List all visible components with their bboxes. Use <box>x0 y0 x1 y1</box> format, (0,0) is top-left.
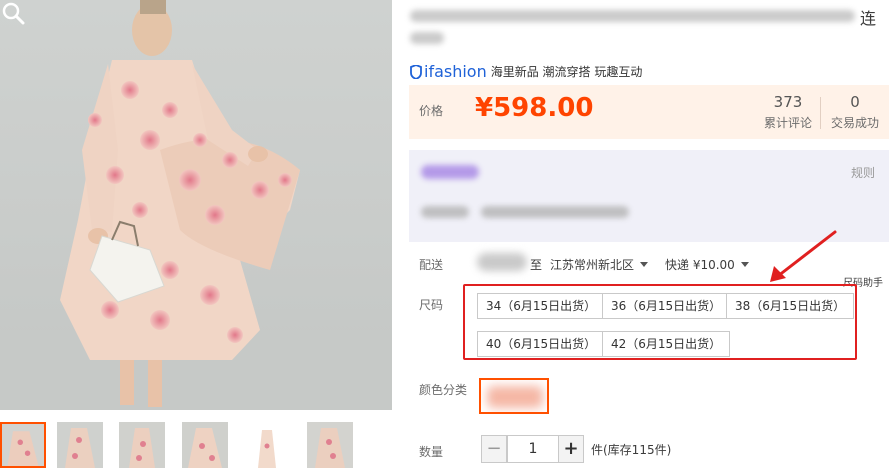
ship-area-select[interactable]: 江苏常州新北区 <box>550 256 649 273</box>
deal-count: 0 交易成功 <box>826 93 884 131</box>
size-helper-link[interactable]: 尺码助手 <box>843 274 883 289</box>
thumbnail-strip <box>0 420 392 468</box>
deal-count-number: 0 <box>850 93 860 111</box>
brand-line: ifashion 海里新品 潮流穿搭 玩趣互动 <box>410 62 642 81</box>
price-box: 价格 ¥598.00 <box>409 85 889 139</box>
caret-down-icon <box>640 262 649 267</box>
promo-text-blur-2 <box>481 206 629 218</box>
promo-text-blur-1 <box>421 206 469 218</box>
caret-down-icon <box>740 262 749 267</box>
brand-logo[interactable]: ifashion <box>410 62 487 81</box>
ship-to-text: 至 <box>530 258 543 272</box>
size-label: 尺码 <box>419 298 444 312</box>
thumbnail-5[interactable] <box>244 422 290 468</box>
price-value: ¥598.00 <box>475 93 594 123</box>
quantity-increase-button[interactable]: + <box>558 435 584 463</box>
title-blur <box>410 10 855 22</box>
product-title-tail: 连 <box>860 9 877 28</box>
size-option-40[interactable]: 40（6月15日出货） <box>477 331 606 357</box>
size-option-38[interactable]: 38（6月15日出货） <box>726 293 855 319</box>
thumbnail-2[interactable] <box>57 422 103 468</box>
promo-tag-blur <box>421 165 479 179</box>
size-option-34[interactable]: 34（6月15日出货） <box>477 293 606 319</box>
size-option-36[interactable]: 36（6月15日出货） <box>602 293 731 319</box>
deal-count-label: 交易成功 <box>830 116 879 130</box>
shipping-label: 配送 <box>419 258 444 272</box>
stock-text: 件(库存115件) <box>591 443 672 457</box>
brand-logo-text: ifashion <box>424 62 487 81</box>
thumbnail-3[interactable] <box>119 422 165 468</box>
zoom-icon[interactable] <box>0 0 26 26</box>
main-product-image[interactable] <box>0 0 392 410</box>
quantity-input[interactable]: 1 <box>507 435 559 463</box>
ship-fee-select[interactable]: 快递 ¥10.00 <box>665 256 749 273</box>
stat-divider <box>820 97 821 129</box>
quantity-label: 数量 <box>419 445 444 459</box>
rules-link[interactable]: 规则 <box>851 164 875 181</box>
review-count[interactable]: 373 累计评论 <box>760 93 816 131</box>
quantity-decrease-button[interactable]: − <box>481 435 507 463</box>
review-count-number: 373 <box>773 93 803 111</box>
color-option[interactable] <box>479 378 549 414</box>
brand-logo-icon <box>410 64 422 79</box>
thumbnail-1[interactable] <box>0 422 46 468</box>
red-arrow <box>770 230 837 282</box>
brand-tags: 海里新品 潮流穿搭 玩趣互动 <box>490 65 643 79</box>
color-swatch-blur <box>487 386 543 408</box>
price-label: 价格 <box>419 104 444 118</box>
title-blur-line2 <box>410 32 444 44</box>
color-label: 颜色分类 <box>419 383 468 397</box>
ship-from-blur <box>477 253 527 271</box>
thumbnail-4[interactable] <box>182 422 228 468</box>
ship-fee-text: 快递 ¥10.00 <box>665 258 735 272</box>
review-count-label: 累计评论 <box>763 116 812 130</box>
ship-area-text: 江苏常州新北区 <box>550 258 635 272</box>
size-option-42[interactable]: 42（6月15日出货） <box>602 331 731 357</box>
thumbnail-6[interactable] <box>307 422 353 468</box>
